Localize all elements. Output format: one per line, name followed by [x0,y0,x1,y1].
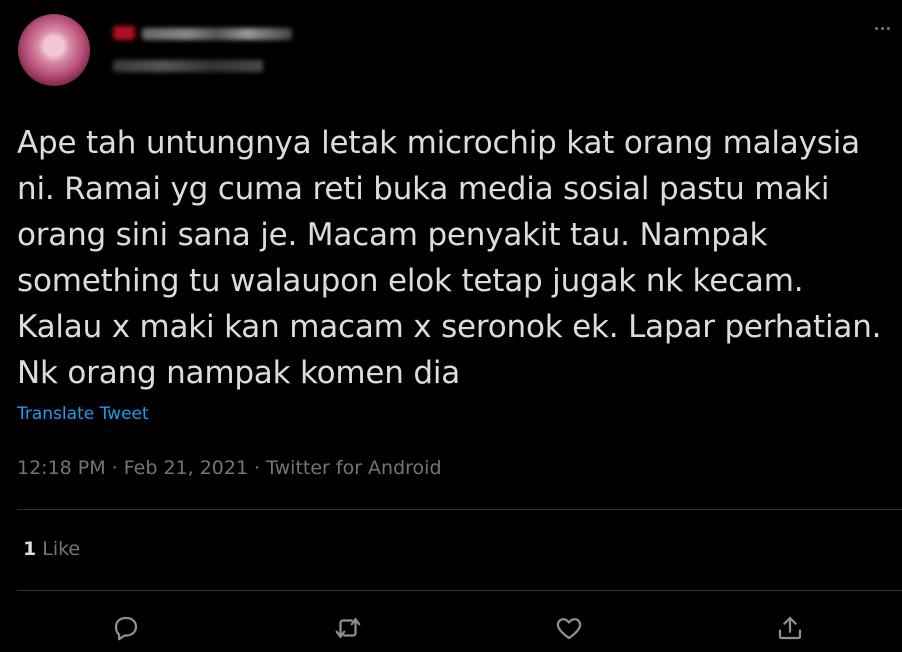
divider [17,509,902,510]
tweet-text: Ape tah untungnya letak microchip kat or… [17,125,882,391]
translate-tweet-link[interactable]: Translate Tweet [17,404,149,424]
likes-count[interactable]: 1 Like [23,538,80,560]
more-icon[interactable] [868,18,896,38]
username-redacted[interactable] [113,60,263,72]
avatar[interactable] [18,14,90,86]
divider [17,590,902,591]
tweet-timestamp[interactable]: 12:18 PM · Feb 21, 2021 · Twitter for An… [17,457,442,479]
heart-icon[interactable] [551,610,587,646]
display-name-emoji [113,26,135,40]
reply-icon[interactable] [108,610,144,646]
retweet-icon[interactable] [330,610,366,646]
likes-label: Like [42,538,81,560]
display-name-redacted[interactable] [142,28,292,40]
likes-number: 1 [23,538,37,560]
share-icon[interactable] [772,610,808,646]
